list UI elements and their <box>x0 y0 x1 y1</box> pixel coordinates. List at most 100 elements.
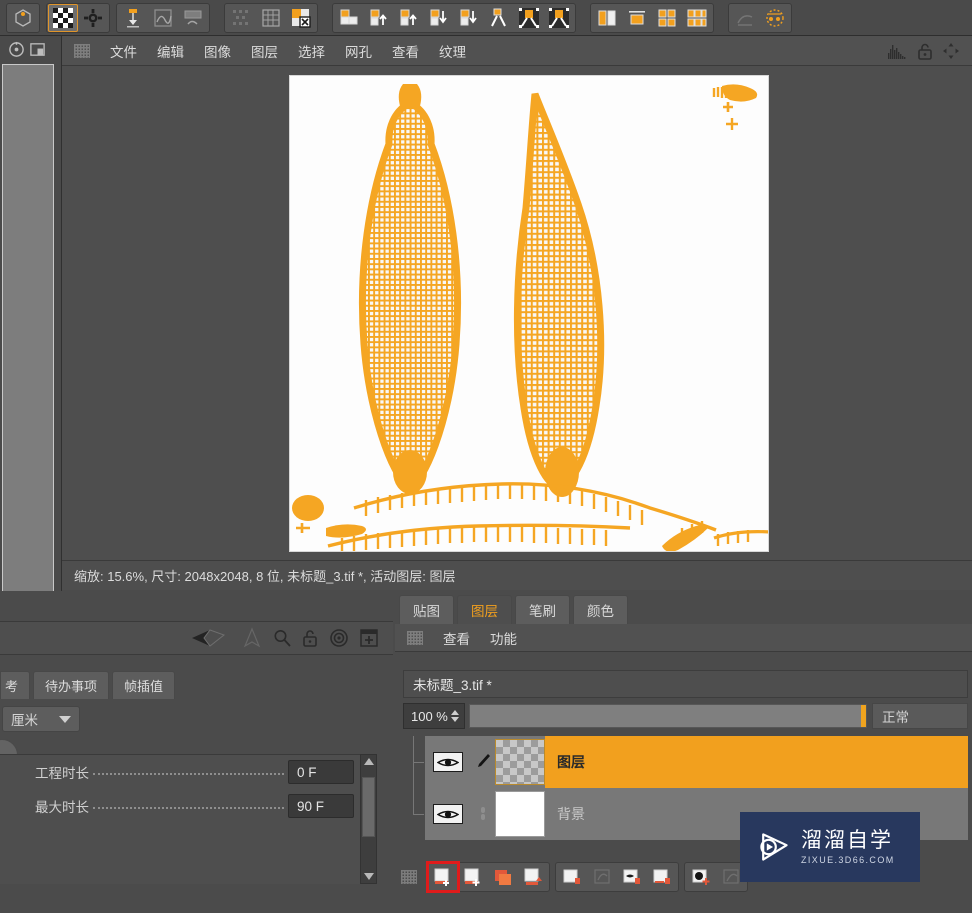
layer-visibility-button[interactable] <box>617 863 647 891</box>
uv-settings-button[interactable] <box>78 4 108 32</box>
unit-select[interactable]: 厘米 <box>2 706 80 732</box>
checker-spread2-button[interactable] <box>544 4 574 32</box>
tab-reference[interactable]: 考 <box>0 671 31 699</box>
scroll-up-arrow-icon[interactable] <box>364 758 374 765</box>
align-stack-button[interactable] <box>334 4 364 32</box>
camera-light-icon[interactable] <box>242 627 262 649</box>
move-down2-button[interactable] <box>454 4 484 32</box>
pencil-icon[interactable] <box>475 753 491 771</box>
move-cross-icon[interactable] <box>942 42 960 60</box>
max-duration-field[interactable]: 90 F <box>288 794 354 818</box>
spread-uv-button[interactable] <box>484 4 514 32</box>
eye-icon[interactable] <box>433 804 463 824</box>
opacity-field[interactable]: 100 % <box>403 703 465 729</box>
menu-select[interactable]: 选择 <box>288 38 335 64</box>
layers-create-group <box>426 861 550 893</box>
target-icon[interactable] <box>329 628 349 648</box>
layers-panel-tabs: 贴图 图层 笔刷 颜色 <box>395 595 972 624</box>
lock-open-icon[interactable] <box>302 628 319 648</box>
duplicate-layer-button[interactable] <box>488 863 518 891</box>
layer-tree-gutter <box>403 736 425 788</box>
uv-mesh-circle-button[interactable] <box>760 4 790 32</box>
attributes-vertical-scrollbar[interactable] <box>360 754 377 884</box>
uv-canvas-area[interactable] <box>62 66 972 560</box>
layer-lock-cell[interactable] <box>471 788 495 840</box>
drag-grip-icon[interactable] <box>401 870 417 884</box>
toolbar-group-pattern <box>224 2 318 33</box>
unlock-icon[interactable] <box>917 42 933 60</box>
scroll-thumb[interactable] <box>362 777 375 837</box>
points-mode-button[interactable] <box>8 4 38 32</box>
table-row[interactable]: 图层 <box>403 736 968 788</box>
add-layer-button[interactable] <box>458 863 488 891</box>
cursor-arrow-icon[interactable] <box>190 627 232 649</box>
uv-checker-toggle-button[interactable] <box>48 3 78 32</box>
merge-layer-button[interactable] <box>518 863 548 891</box>
layer-thumbnail-cell[interactable] <box>495 788 545 840</box>
project-down-button[interactable] <box>118 4 148 32</box>
relax-uv-button[interactable] <box>148 4 178 32</box>
uv-texture-canvas[interactable] <box>289 75 769 552</box>
property-row: 工程时长 0 F <box>0 755 366 789</box>
layer-effects-button[interactable] <box>587 863 617 891</box>
menu-view[interactable]: 查看 <box>382 38 429 64</box>
grid-four-button[interactable] <box>652 4 682 32</box>
tab-todo[interactable]: 待办事项 <box>33 671 110 699</box>
project-duration-field[interactable]: 0 F <box>288 760 354 784</box>
layers-menu-view[interactable]: 查看 <box>433 625 480 651</box>
status-bar: 缩放: 15.6%, 尺寸: 2048x2048, 8 位, 未标题_3.tif… <box>62 560 972 590</box>
new-layer-button[interactable] <box>426 861 460 893</box>
add-keyframe-icon[interactable] <box>359 628 379 648</box>
tab-brush[interactable]: 笔刷 <box>515 595 570 624</box>
menu-file[interactable]: 文件 <box>100 38 147 64</box>
uv-grid-button[interactable] <box>256 4 286 32</box>
tab-layers[interactable]: 图层 <box>457 595 512 624</box>
checker-spread-button[interactable] <box>514 4 544 32</box>
fill-square-button[interactable] <box>592 4 622 32</box>
eye-icon[interactable] <box>433 752 463 772</box>
left-viewport-pane[interactable] <box>2 64 54 592</box>
uv-pattern-button[interactable] <box>226 4 256 32</box>
project-duration-label: 工程时长 <box>35 766 89 781</box>
alpha-channel-button[interactable] <box>686 863 716 891</box>
layer-thumbnail-cell[interactable] <box>495 736 545 788</box>
dotted-leader <box>93 799 284 809</box>
tab-frame-interp[interactable]: 帧插值 <box>112 671 176 699</box>
blend-mode-select[interactable]: 正常 <box>872 703 968 729</box>
tab-texture[interactable]: 贴图 <box>399 595 454 624</box>
layer-visibility-cell[interactable] <box>425 736 471 788</box>
layer-thumbnail[interactable] <box>495 739 545 785</box>
opacity-spinner[interactable] <box>450 710 459 722</box>
drag-grip-icon[interactable] <box>74 43 90 58</box>
delete-layer-button[interactable] <box>647 863 677 891</box>
layer-mask-button[interactable] <box>557 863 587 891</box>
magnifier-icon[interactable] <box>272 628 292 648</box>
drag-grip-icon[interactable] <box>407 630 423 645</box>
layer-name[interactable]: 图层 <box>545 736 968 788</box>
mesh-flatten-button[interactable] <box>730 4 760 32</box>
watermark-url: ZIXUE.3D66.COM <box>801 854 895 865</box>
layer-edit-cell[interactable] <box>471 736 495 788</box>
scroll-down-arrow-icon[interactable] <box>364 873 374 880</box>
move-up2-button[interactable] <box>394 4 424 32</box>
histogram-icon[interactable] <box>886 42 908 60</box>
menu-image[interactable]: 图像 <box>194 38 241 64</box>
align-top-button[interactable] <box>622 4 652 32</box>
tab-color[interactable]: 颜色 <box>573 595 628 624</box>
opacity-slider[interactable] <box>469 704 867 728</box>
save-snapshot-icon[interactable] <box>29 41 46 58</box>
optimal-mapping-button[interactable] <box>178 4 208 32</box>
layer-thumbnail[interactable] <box>495 791 545 837</box>
menu-layer[interactable]: 图层 <box>241 38 288 64</box>
move-up-button[interactable] <box>364 4 394 32</box>
layers-menu-function[interactable]: 功能 <box>480 625 527 651</box>
rotate-icon[interactable] <box>8 41 25 58</box>
grid-six-button[interactable] <box>682 4 712 32</box>
menu-mesh[interactable]: 网孔 <box>335 38 382 64</box>
menu-edit[interactable]: 编辑 <box>147 38 194 64</box>
property-row: 最大时长 90 F <box>0 789 366 823</box>
move-down-button[interactable] <box>424 4 454 32</box>
menu-texture[interactable]: 纹理 <box>429 38 476 64</box>
layer-visibility-cell[interactable] <box>425 788 471 840</box>
uv-delete-button[interactable] <box>286 4 316 32</box>
